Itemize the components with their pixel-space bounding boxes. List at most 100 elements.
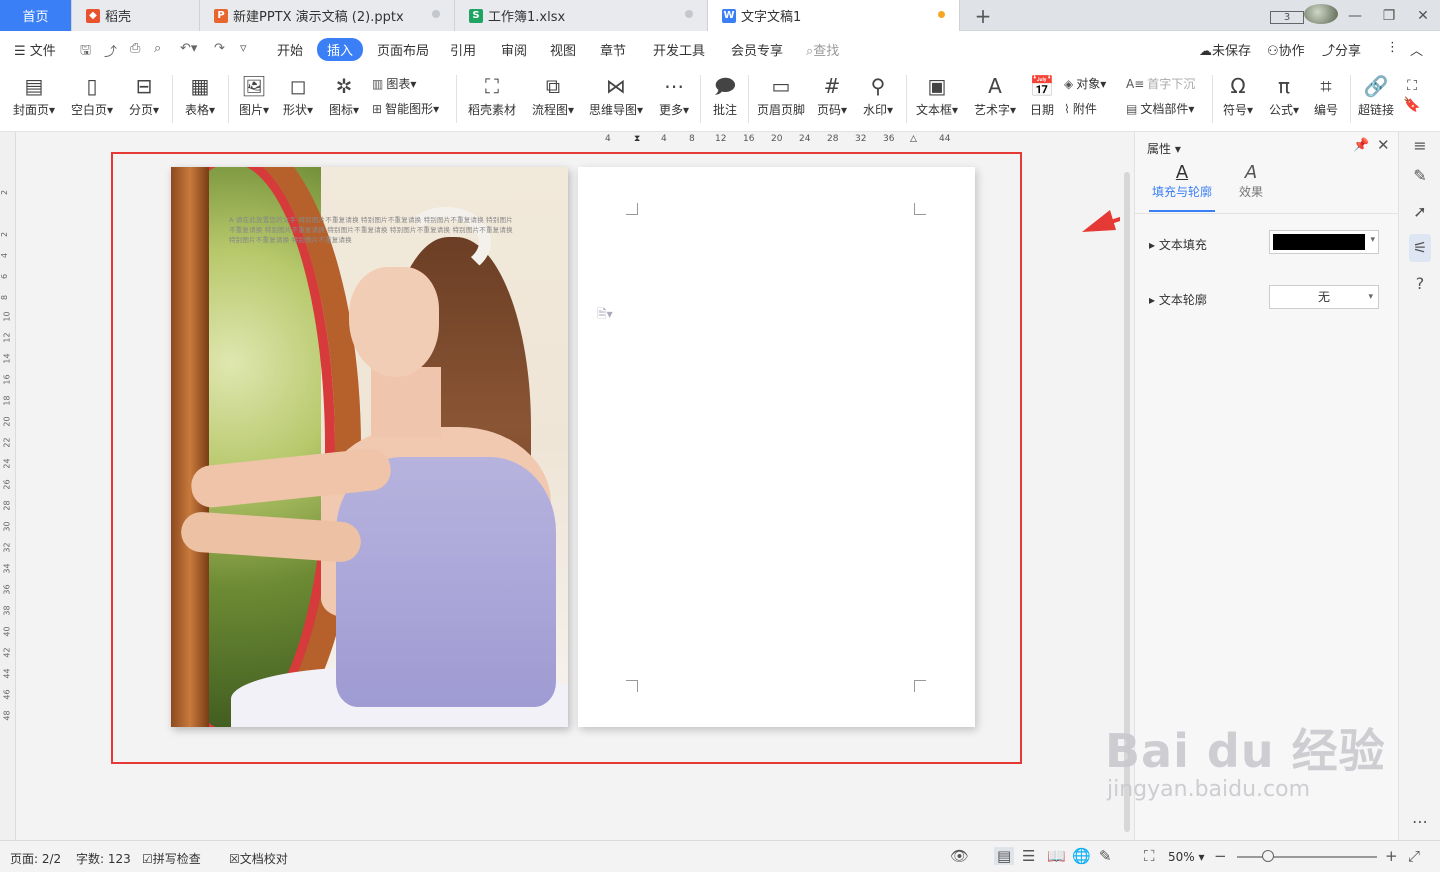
customize-icon[interactable]: ▿ — [240, 41, 247, 56]
reading-view-icon[interactable]: 📖 — [1047, 847, 1066, 865]
table-button[interactable]: ▦ 表格▾ — [180, 71, 220, 118]
tab-daoke[interactable]: ◆ 稻壳 — [72, 0, 200, 31]
page-number-button[interactable]: # 页码▾ — [814, 71, 850, 118]
tab-close-icon[interactable] — [685, 10, 693, 18]
zoom-out-icon[interactable]: − — [1214, 847, 1227, 865]
comment-button[interactable]: 🗩 批注 — [708, 71, 742, 118]
pin-icon[interactable]: 📌 — [1353, 138, 1369, 153]
page-2[interactable] — [578, 167, 975, 727]
menu-review[interactable]: 审阅 — [501, 40, 527, 59]
wordart-button[interactable]: A 艺术字▾ — [970, 71, 1020, 118]
overlay-textbox[interactable]: A 请在此放置您的文字 特别图片不重复请换 特别图片不重复请换 特别图片不重复请… — [229, 215, 519, 245]
paste-options-icon[interactable]: 🗎▾ — [597, 305, 613, 326]
zoom-select[interactable]: 50% ▾ — [1168, 850, 1205, 864]
mindmap-button[interactable]: ⋈ 思维导图▾ — [586, 71, 646, 118]
zoom-slider[interactable] — [1237, 856, 1377, 858]
blank-page-button[interactable]: ▯ 空白页▾ — [68, 71, 116, 118]
more-dots-icon[interactable]: ⋯ — [1409, 812, 1431, 831]
fit-page-icon[interactable]: ⛶ — [1144, 847, 1155, 865]
collab-button[interactable]: ⚇协作 — [1267, 40, 1305, 59]
page-view-icon[interactable]: ▤ — [994, 847, 1015, 865]
hyperlink-button[interactable]: 🔗 超链接 — [1356, 71, 1396, 118]
unsaved-button[interactable]: ☁未保存 — [1199, 40, 1251, 59]
fill-color-picker[interactable]: ▾ — [1269, 230, 1379, 254]
doc-parts-button[interactable]: ▤ 文档部件▾ — [1126, 100, 1194, 117]
outline-view-icon[interactable]: ☰ — [1022, 847, 1035, 865]
export-icon[interactable]: ⤴ — [104, 41, 117, 60]
zoom-slider-knob[interactable] — [1262, 850, 1274, 862]
tab-effect[interactable]: A 效果 — [1231, 162, 1271, 200]
outline-select[interactable]: 无 ▾ — [1269, 285, 1379, 309]
formula-button[interactable]: π 公式▾ — [1264, 71, 1304, 118]
picture-button[interactable]: 🖼 图片▾ — [234, 71, 274, 118]
menu-insert[interactable]: 插入 — [317, 38, 364, 61]
panel-title[interactable]: 属性 ▾ — [1147, 140, 1181, 157]
header-footer-button[interactable]: ▭ 页眉页脚 — [754, 71, 808, 118]
date-button[interactable]: 📅 日期 — [1026, 71, 1058, 118]
tab-close-icon[interactable] — [432, 10, 440, 18]
panel-close-icon[interactable]: ✕ — [1377, 136, 1390, 154]
minimize-icon[interactable]: — — [1338, 8, 1372, 24]
file-menu[interactable]: ☰ 文件 — [14, 40, 56, 59]
photo-image[interactable]: A 请在此放置您的文字 特别图片不重复请换 特别图片不重复请换 特别图片不重复请… — [171, 167, 568, 727]
restore-icon[interactable]: ❐ — [1372, 8, 1406, 24]
tab-doc[interactable]: W 文字文稿1 — [708, 0, 960, 31]
watermark-button[interactable]: ⚲ 水印▾ — [858, 71, 898, 118]
page-break-button[interactable]: ⊟ 分页▾ — [124, 71, 164, 118]
menu-lines-icon[interactable]: ≡ — [1409, 136, 1431, 155]
flowchart-button[interactable]: ⧉ 流程图▾ — [528, 71, 578, 118]
proofread-button[interactable]: ☒文档校对 — [229, 850, 288, 867]
write-view-icon[interactable]: ✎ — [1099, 847, 1112, 865]
object-button[interactable]: ◈ 对象▾ — [1064, 75, 1106, 92]
page-1[interactable]: A 请在此放置您的文字 特别图片不重复请换 特别图片不重复请换 特别图片不重复请… — [171, 167, 568, 727]
right-indent-icon[interactable]: △ — [910, 134, 917, 144]
properties-sliders-icon[interactable]: ⚟ — [1409, 234, 1431, 262]
avatar[interactable] — [1304, 3, 1338, 28]
zoom-in-icon[interactable]: + — [1385, 847, 1398, 865]
more-menu-icon[interactable]: ⋮ — [1386, 40, 1399, 55]
close-window-icon[interactable]: ✕ — [1406, 8, 1440, 24]
more-button[interactable]: ⋯ 更多▾ — [654, 71, 694, 118]
undo-icon[interactable]: ↶▾ — [180, 41, 197, 56]
tab-home[interactable]: 首页 — [0, 0, 72, 31]
eye-icon[interactable]: 👁 — [950, 847, 969, 865]
add-tab-button[interactable]: + — [972, 4, 994, 28]
menu-view[interactable]: 视图 — [550, 40, 576, 59]
share-button[interactable]: ⤴分享 — [1322, 40, 1361, 59]
menu-layout[interactable]: 页面布局 — [377, 40, 429, 59]
window-count-icon[interactable]: 3 — [1270, 8, 1304, 24]
attachment-button[interactable]: ⌇ 附件 — [1064, 100, 1097, 117]
textbox-button[interactable]: ▣ 文本框▾ — [912, 71, 962, 118]
tab-pptx[interactable]: P 新建PPTX 演示文稿 (2).pptx — [200, 0, 455, 31]
print-icon[interactable]: ⎙ — [130, 41, 140, 56]
dropcap-button[interactable]: A≡ 首字下沉 — [1126, 75, 1195, 92]
horizontal-ruler[interactable]: 4 ⧗ 4 8 12 16 20 24 28 32 36 △ 44 — [600, 134, 960, 148]
cover-page-button[interactable]: ▤ 封面页▾ — [10, 71, 58, 118]
material-button[interactable]: ⛶ 稻壳素材 — [464, 71, 520, 118]
text-outline-row[interactable]: ▸ 文本轮廓 — [1149, 291, 1207, 308]
pen-icon[interactable]: ✎ — [1409, 166, 1431, 185]
shape-button[interactable]: ◻ 形状▾ — [278, 71, 318, 118]
redo-icon[interactable]: ↷ — [214, 41, 225, 56]
tab-fill-outline[interactable]: A 填充与轮廓 — [1151, 162, 1213, 200]
vertical-ruler[interactable]: 2 2 4 6 8 10 12 14 16 18 20 22 24 26 28 … — [0, 132, 16, 840]
menu-section[interactable]: 章节 — [600, 40, 626, 59]
tab-xlsx[interactable]: S 工作簿1.xlsx — [455, 0, 708, 31]
search-box[interactable]: ⌕查找 — [806, 40, 839, 59]
menu-start[interactable]: 开始 — [277, 40, 303, 59]
icon-library-button[interactable]: ✲ 图标▾ — [324, 71, 364, 118]
menu-reference[interactable]: 引用 — [450, 40, 476, 59]
fullscreen-icon[interactable]: ⤢ — [1408, 847, 1420, 865]
indent-marker-icon[interactable]: ⧗ — [634, 134, 640, 144]
cursor-icon[interactable]: ➚ — [1409, 202, 1431, 221]
preview-icon[interactable]: ⌕ — [154, 41, 161, 56]
chart-button[interactable]: ▥ 图表▾ — [372, 75, 416, 92]
collapse-ribbon-icon[interactable]: ︿ — [1410, 40, 1423, 59]
page-count[interactable]: 页面: 2/2 — [10, 850, 61, 867]
bookmark-button[interactable]: 🔖 — [1400, 97, 1424, 113]
symbol-button[interactable]: Ω 符号▾ — [1218, 71, 1258, 118]
menu-devtools[interactable]: 开发工具 — [653, 40, 705, 59]
help-icon[interactable]: ? — [1409, 274, 1431, 293]
save-icon[interactable]: 🖫 — [80, 41, 91, 63]
word-count[interactable]: 字数: 123 — [76, 850, 131, 867]
